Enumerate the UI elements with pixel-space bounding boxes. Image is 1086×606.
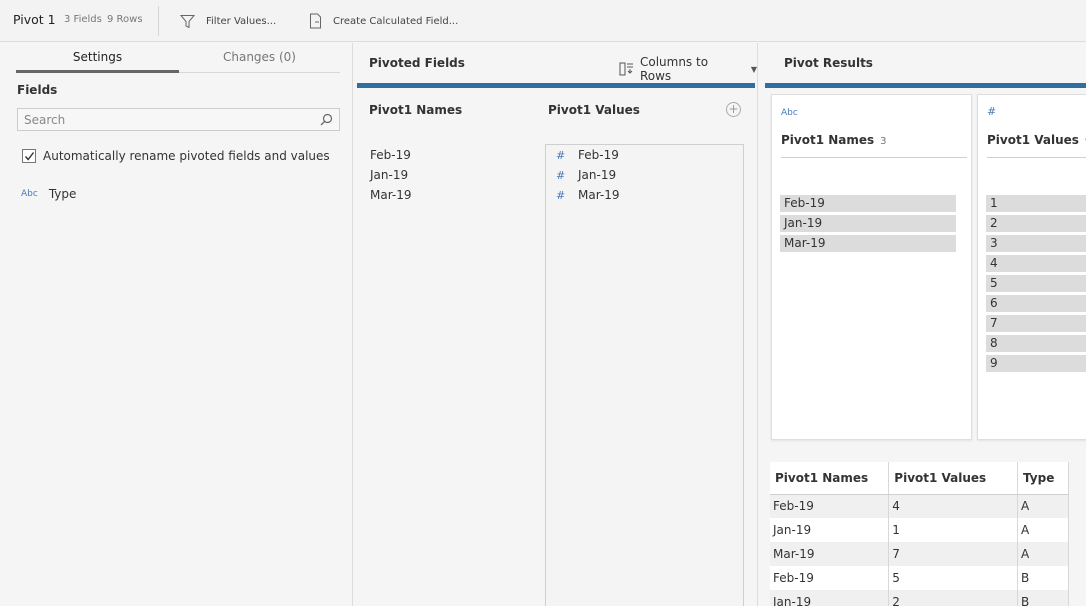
panel-accent-bar xyxy=(765,83,1086,88)
table-cell[interactable]: 1 xyxy=(888,518,1019,542)
step-title: Pivot 1 xyxy=(13,12,56,27)
settings-panel: Settings Changes (0) Fields Automaticall… xyxy=(0,43,353,606)
profile-card-pivot-names[interactable]: Abc Pivot1 Names 3 Feb-19 Jan-19 Mar-19 xyxy=(771,94,972,440)
column-header[interactable]: Pivot1 Names xyxy=(770,462,890,495)
pivot-name-item[interactable]: Jan-19 xyxy=(370,168,408,182)
columns-to-rows-icon xyxy=(619,62,633,76)
table-cell[interactable]: Jan-19 xyxy=(770,518,890,542)
profile-card-pivot-values[interactable]: # Pivot1 Values9 1 2 3 4 5 6 7 8 9 xyxy=(977,94,1086,440)
chevron-down-icon: ▼ xyxy=(750,64,757,74)
table-row[interactable]: Mar-19 7 A xyxy=(770,542,1069,566)
pivot-value-item[interactable]: # Mar-19 xyxy=(556,188,619,202)
table-cell[interactable]: 4 xyxy=(888,494,1019,518)
pivot-direction-label: Columns to Rows xyxy=(639,55,709,83)
profile-card-header: Pivot1 Names 3 xyxy=(781,133,887,147)
value-bar[interactable]: 7 xyxy=(986,315,1086,332)
create-calculated-field-label: Create Calculated Field... xyxy=(333,15,459,27)
field-item-type[interactable]: Abc Type xyxy=(21,187,76,201)
pivot-values-dropzone[interactable]: # Feb-19 # Jan-19 # Mar-19 xyxy=(545,144,744,606)
pivot-value-label: Mar-19 xyxy=(578,188,620,202)
value-bar[interactable]: 5 xyxy=(986,275,1086,292)
table-row[interactable]: Jan-19 1 A xyxy=(770,518,1069,542)
table-row[interactable]: Jan-19 2 B xyxy=(770,590,1069,606)
value-bar[interactable]: Jan-19 xyxy=(780,215,956,232)
profile-card-title: Pivot1 Names xyxy=(781,133,875,147)
table-cell[interactable]: A xyxy=(1017,494,1069,518)
search-box xyxy=(17,108,340,131)
pivot-results-title: Pivot Results xyxy=(784,56,873,70)
table-cell[interactable]: B xyxy=(1017,566,1069,590)
search-input[interactable] xyxy=(24,112,314,128)
column-header[interactable]: Pivot1 Values xyxy=(888,462,1019,495)
string-type-icon: Abc xyxy=(781,108,798,118)
table-cell[interactable]: A xyxy=(1017,518,1069,542)
filter-values-button[interactable]: Filter Values... xyxy=(180,9,276,33)
value-bar[interactable]: 9 xyxy=(986,355,1086,372)
table-cell[interactable]: 7 xyxy=(888,542,1019,566)
toolbar-divider xyxy=(158,6,159,36)
distinct-count: 3 xyxy=(880,136,887,147)
auto-rename-checkbox[interactable] xyxy=(22,149,36,163)
number-type-icon: # xyxy=(556,148,566,162)
checkmark-icon xyxy=(24,152,35,161)
create-calculated-field-button[interactable]: Create Calculated Field... xyxy=(309,9,458,33)
card-divider xyxy=(781,157,967,158)
table-cell[interactable]: Feb-19 xyxy=(770,494,890,518)
filter-icon xyxy=(180,14,195,28)
number-type-icon: # xyxy=(987,105,997,118)
pivoted-fields-panel: Pivoted Fields Columns to Rows ▼ Pivot1 … xyxy=(354,43,758,606)
settings-tabs: Settings Changes (0) xyxy=(16,43,340,73)
fields-count: 3 Fields xyxy=(64,14,102,25)
table-cell[interactable]: 2 xyxy=(888,590,1019,606)
string-type-icon: Abc xyxy=(21,189,38,199)
pivot-names-header: Pivot1 Names xyxy=(369,103,463,117)
value-bar[interactable]: Feb-19 xyxy=(780,195,956,212)
auto-rename-label: Automatically rename pivoted fields and … xyxy=(43,149,330,163)
table-row[interactable]: Feb-19 4 A xyxy=(770,494,1069,518)
pivot-value-item[interactable]: # Jan-19 xyxy=(556,168,616,182)
pivot-name-item[interactable]: Mar-19 xyxy=(370,188,411,202)
value-bar[interactable]: 1 xyxy=(986,195,1086,212)
tab-changes[interactable]: Changes (0) xyxy=(179,50,340,64)
number-type-icon: # xyxy=(556,168,566,182)
value-bar[interactable]: 8 xyxy=(986,335,1086,352)
value-bar[interactable]: 4 xyxy=(986,255,1086,272)
search-icon[interactable] xyxy=(320,113,333,126)
pivot-name-item[interactable]: Feb-19 xyxy=(370,148,411,162)
data-grid[interactable]: Pivot1 Names Pivot1 Values Type Feb-19 4… xyxy=(770,462,1069,606)
calculated-field-icon xyxy=(310,13,321,29)
value-bar[interactable]: 2 xyxy=(986,215,1086,232)
value-bar[interactable]: 6 xyxy=(986,295,1086,312)
pivoted-fields-title: Pivoted Fields xyxy=(369,56,465,70)
rows-count: 9 Rows xyxy=(107,14,143,25)
active-tab-indicator xyxy=(16,70,179,73)
table-cell[interactable]: A xyxy=(1017,542,1069,566)
value-bar[interactable]: 3 xyxy=(986,235,1086,252)
profile-card-title: Pivot1 Values xyxy=(987,133,1079,147)
column-header[interactable]: Type xyxy=(1017,462,1069,495)
panel-accent-bar xyxy=(357,83,755,88)
pivot-direction-dropdown[interactable]: Columns to Rows ▼ xyxy=(619,55,757,83)
table-row[interactable]: Feb-19 5 B xyxy=(770,566,1069,590)
table-cell[interactable]: Feb-19 xyxy=(770,566,890,590)
fields-heading: Fields xyxy=(17,83,58,97)
value-bar[interactable]: Mar-19 xyxy=(780,235,956,252)
card-divider xyxy=(987,157,1086,158)
tab-settings[interactable]: Settings xyxy=(16,50,179,64)
field-name: Type xyxy=(48,187,77,201)
pivot-value-item[interactable]: # Feb-19 xyxy=(556,148,619,162)
auto-rename-option[interactable]: Automatically rename pivoted fields and … xyxy=(22,149,330,163)
table-cell[interactable]: 5 xyxy=(888,566,1019,590)
pivot-value-label: Jan-19 xyxy=(578,168,617,182)
add-pivot-column-button[interactable]: + xyxy=(726,102,741,117)
number-type-icon: # xyxy=(556,188,566,202)
pivot-values-header: Pivot1 Values xyxy=(548,103,640,117)
pivot-value-label: Feb-19 xyxy=(578,148,619,162)
filter-values-label: Filter Values... xyxy=(206,15,277,27)
toolbar: Pivot 1 3 Fields 9 Rows Filter Values...… xyxy=(0,0,1086,42)
profile-card-header: Pivot1 Values9 xyxy=(987,133,1086,147)
table-cell[interactable]: B xyxy=(1017,590,1069,606)
table-cell[interactable]: Mar-19 xyxy=(770,542,890,566)
table-cell[interactable]: Jan-19 xyxy=(770,590,890,606)
